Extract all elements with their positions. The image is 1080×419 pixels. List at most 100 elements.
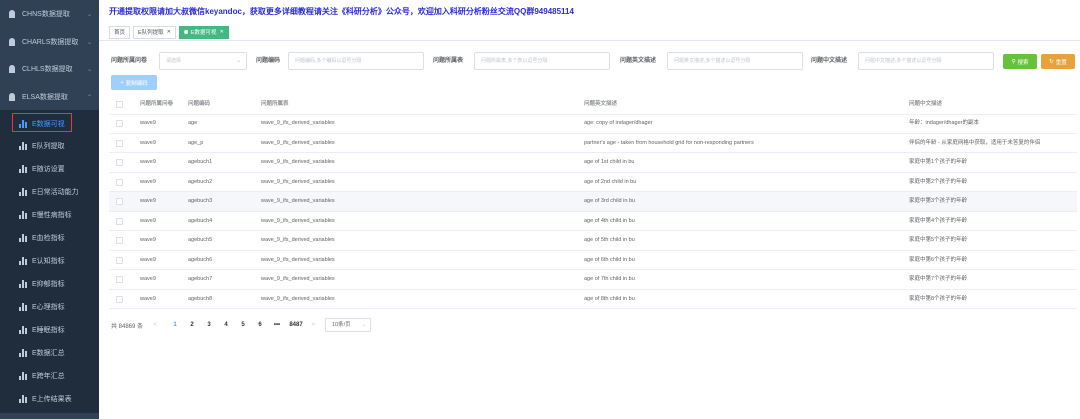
row-checkbox[interactable] — [116, 276, 123, 283]
group-label: 问题所属表 — [433, 58, 464, 64]
en-desc-cell: age of 3rd child in bu — [584, 198, 636, 204]
wave-cell: wave9 — [140, 237, 156, 243]
page-button[interactable]: 1 — [170, 318, 180, 332]
bar-chart-icon — [19, 257, 27, 265]
table-row[interactable]: wave9 agebuch4 wave_9_ifs_derived_variable… — [109, 212, 1077, 231]
search-button-label: 搜索 — [1017, 59, 1029, 66]
bar-chart-icon — [19, 165, 27, 173]
header-cell: 问题所属表 — [261, 101, 289, 107]
chevron-down-icon: ⌄ — [235, 58, 241, 64]
page-button[interactable]: 8487 — [285, 318, 307, 332]
next-page-button[interactable]: > — [309, 318, 317, 332]
more-pages-icon[interactable]: ••• — [270, 318, 284, 332]
tag-home[interactable]: 首页 — [109, 25, 131, 39]
sidebar-group-elsa[interactable]: ELSA数据提取 ⌃ — [0, 83, 99, 111]
page-button[interactable]: 2 — [187, 318, 197, 332]
sidebar-group-clhls[interactable]: CLHLS数据提取 ⌄ — [0, 55, 99, 83]
table-row[interactable]: wave9 agebuch6 wave_9_ifs_derived_variable… — [109, 251, 1077, 270]
table-row[interactable]: wave9 agebuch5 wave_9_ifs_derived_variable… — [109, 231, 1077, 251]
code-cell: agebuch6 — [188, 256, 213, 263]
filter-bar: 问题所属问卷 请选择 ⌄ 问题编码 问题编码,多个编码以逗号分隔 问题所属表 问… — [99, 52, 1080, 70]
sidebar-item-label: E日常活动能力 — [32, 189, 79, 196]
close-icon[interactable]: ✕ — [220, 29, 224, 35]
table-row[interactable]: wave9 agebuch3 wave_9_ifs_derived_variable… — [109, 192, 1077, 212]
en-desc-cell: age of 2nd child in bu — [584, 178, 637, 185]
en-desc-input[interactable]: 问题英文描述,多个描述以逗号分隔 — [667, 52, 803, 70]
sidebar-group-label: CHARLS数据提取 — [22, 39, 79, 46]
cn-desc-label: 问题中文描述 — [811, 58, 848, 64]
tags-view: 首页 E队列提取 ✕ E数据可视 ✕ — [99, 24, 1080, 41]
table-row[interactable]: wave9 agebuch1 wave_9_ifs_derived_variable… — [109, 153, 1077, 173]
tag-cohort-extract[interactable]: E队列提取 ✕ — [133, 25, 176, 39]
page-button[interactable]: 5 — [238, 318, 248, 332]
sidebar-item-label: E认知指标 — [32, 258, 65, 265]
bar-chart-icon — [19, 372, 27, 380]
bar-chart-icon — [19, 142, 27, 150]
group-input[interactable]: 问题所属表,多个表以逗号分隔 — [474, 52, 610, 70]
sidebar-item-label: E睡眠指标 — [32, 327, 65, 334]
cn-desc-cell: 家庭中第6个孩子的年龄 — [909, 256, 968, 263]
table-header: 问题所属问卷 问题编码 问题所属表 问题英文描述 问题中文描述 — [109, 95, 1077, 115]
select-all-checkbox[interactable] — [116, 101, 123, 108]
cn-desc-input[interactable]: 问题中文描述,多个描述以逗号分隔 — [858, 52, 994, 70]
code-input[interactable]: 问题编码,多个编码以逗号分隔 — [288, 52, 424, 70]
wave-cell: wave9 — [140, 120, 156, 126]
table-row[interactable]: wave9 agebuch8 wave_9_ifs_derived_variable… — [109, 290, 1077, 309]
en-desc-cell: partner's age - taken from household gri… — [584, 139, 754, 146]
page-button[interactable]: 6 — [255, 318, 265, 332]
copy-code-button[interactable]: + 复制编码 — [111, 75, 157, 90]
page-size-value: 10条/页 — [332, 322, 351, 328]
bar-chart-icon — [19, 395, 27, 403]
row-checkbox[interactable] — [116, 120, 123, 127]
page-size-select[interactable]: 10条/页 ⌄ — [325, 318, 371, 332]
code-cell: agebuch8 — [188, 295, 213, 302]
row-checkbox[interactable] — [116, 159, 123, 166]
sidebar-item-label: E跨年汇总 — [32, 373, 65, 380]
tag-label: E队列提取 — [138, 30, 164, 36]
row-checkbox[interactable] — [116, 256, 123, 264]
table-row[interactable]: wave9 agebuch7 wave_9_ifs_derived_variable… — [109, 270, 1077, 290]
table-row[interactable]: wave9 age wave_9_ifs_derived_variables age:… — [109, 114, 1077, 134]
table-row[interactable]: wave9 age_p wave_9_ifs_derived_variables pa… — [109, 134, 1077, 153]
cn-desc-cell: 家庭中第2个孩子的年龄 — [909, 178, 968, 185]
chevron-up-icon: ⌃ — [86, 94, 92, 101]
code-cell: agebuch3 — [188, 198, 213, 204]
table-name-cell: wave_9_ifs_derived_variables — [261, 237, 335, 243]
prev-page-button[interactable]: < — [151, 318, 159, 332]
close-icon[interactable]: ✕ — [167, 29, 171, 35]
page-button[interactable]: 3 — [204, 318, 214, 332]
bar-chart-icon — [19, 188, 27, 196]
code-cell: agebuch5 — [188, 237, 213, 243]
copy-button-label: 复制编码 — [125, 80, 148, 87]
table-row[interactable]: wave9 agebuch2 wave_9_ifs_derived_variable… — [109, 173, 1077, 192]
bar-chart-icon — [19, 211, 27, 219]
tag-data-visible[interactable]: E数据可视 ✕ — [178, 25, 229, 39]
table-name-cell: wave_9_ifs_derived_variables — [261, 276, 335, 282]
search-button[interactable]: ⚲ 搜索 — [1003, 54, 1037, 69]
highlight-box — [12, 113, 72, 132]
reset-button-label: 重置 — [1055, 59, 1067, 66]
wave-placeholder: 请选择 — [166, 58, 182, 64]
row-checkbox[interactable] — [116, 178, 123, 186]
chevron-down-icon: ⌄ — [86, 39, 92, 46]
row-checkbox[interactable] — [116, 237, 123, 244]
sidebar-group-charls[interactable]: CHARLS数据提取 ⌄ — [0, 28, 99, 56]
person-icon — [9, 38, 17, 46]
sidebar-group-chns[interactable]: CHNS数据提取 ⌄ — [0, 0, 99, 28]
sidebar-item-label: E抑郁指标 — [32, 281, 65, 288]
sidebar-item-label: E血检指标 — [32, 235, 65, 242]
reset-button[interactable]: ↻ 重置 — [1041, 54, 1075, 69]
row-checkbox[interactable] — [116, 295, 123, 303]
row-checkbox[interactable] — [116, 217, 123, 225]
sidebar-item-label: E心理指标 — [32, 304, 65, 311]
row-checkbox[interactable] — [116, 198, 123, 205]
bar-chart-icon — [19, 349, 27, 357]
header-cell: 问题英文描述 — [584, 101, 618, 107]
sidebar-item-upload[interactable]: E上传结果表 — [0, 385, 99, 413]
table-name-cell: wave_9_ifs_derived_variables — [261, 159, 335, 165]
header-cell: 问题所属问卷 — [140, 101, 174, 107]
row-checkbox[interactable] — [116, 139, 123, 147]
sidebar-item-label: E队列提取 — [32, 143, 65, 150]
wave-select[interactable]: 请选择 ⌄ — [159, 52, 247, 70]
page-button[interactable]: 4 — [221, 318, 231, 332]
